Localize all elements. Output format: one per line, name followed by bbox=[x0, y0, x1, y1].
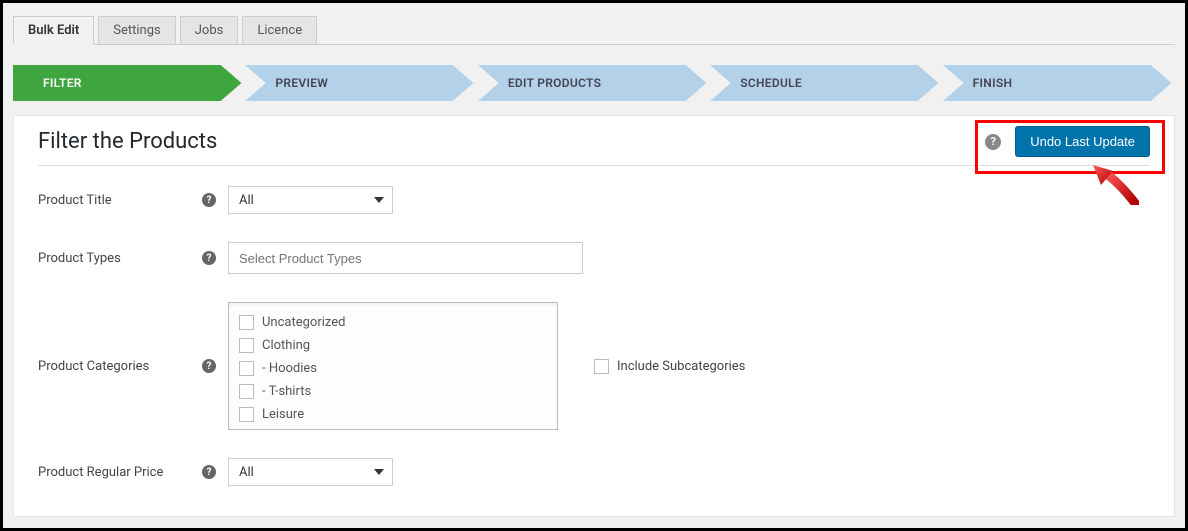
checkbox-icon[interactable] bbox=[239, 384, 254, 399]
tab-jobs[interactable]: Jobs bbox=[180, 16, 239, 45]
filter-panel: Filter the Products ? Undo Last Update P… bbox=[13, 115, 1175, 517]
wizard-steps: FILTER PREVIEW EDIT PRODUCTS SCHEDULE FI… bbox=[13, 65, 1175, 101]
tabs-row: Bulk Edit Settings Jobs Licence bbox=[13, 3, 1175, 45]
tab-bulk-edit[interactable]: Bulk Edit bbox=[13, 16, 94, 45]
product-categories-label: Product Categories bbox=[38, 359, 192, 374]
undo-last-update-button[interactable]: Undo Last Update bbox=[1015, 126, 1150, 157]
product-types-label: Product Types bbox=[38, 251, 192, 266]
help-icon[interactable]: ? bbox=[985, 134, 1001, 150]
list-item[interactable]: Uncategorized bbox=[239, 311, 547, 334]
include-subcategories-checkbox[interactable]: Include Subcategories bbox=[594, 359, 745, 374]
step-filter[interactable]: FILTER bbox=[13, 65, 241, 101]
checkbox-icon[interactable] bbox=[239, 315, 254, 330]
tab-settings[interactable]: Settings bbox=[98, 16, 175, 45]
checkbox-icon[interactable] bbox=[239, 361, 254, 376]
product-categories-listbox[interactable]: Uncategorized Clothing - Hoodies - T-shi… bbox=[228, 302, 558, 430]
step-schedule[interactable]: SCHEDULE bbox=[710, 65, 938, 101]
checkbox-icon[interactable] bbox=[594, 359, 609, 374]
checkbox-icon[interactable] bbox=[239, 338, 254, 353]
product-title-label: Product Title bbox=[38, 193, 192, 208]
product-types-input[interactable] bbox=[228, 242, 583, 274]
step-edit-products[interactable]: EDIT PRODUCTS bbox=[478, 65, 706, 101]
product-title-select[interactable]: All bbox=[228, 186, 393, 214]
panel-title: Filter the Products bbox=[38, 129, 217, 154]
step-preview[interactable]: PREVIEW bbox=[245, 65, 473, 101]
help-icon[interactable]: ? bbox=[202, 359, 216, 373]
tab-licence[interactable]: Licence bbox=[242, 16, 317, 45]
help-icon[interactable]: ? bbox=[202, 465, 216, 479]
step-finish[interactable]: FINISH bbox=[943, 65, 1171, 101]
list-item[interactable]: Leisure bbox=[239, 403, 547, 426]
checkbox-icon[interactable] bbox=[239, 407, 254, 422]
list-item[interactable]: - Hoodies bbox=[239, 357, 547, 380]
help-icon[interactable]: ? bbox=[202, 251, 216, 265]
product-regular-price-select[interactable]: All bbox=[228, 458, 393, 486]
help-icon[interactable]: ? bbox=[202, 193, 216, 207]
list-item[interactable]: Clothing bbox=[239, 334, 547, 357]
product-regular-price-label: Product Regular Price bbox=[38, 465, 192, 480]
list-item[interactable]: - T-shirts bbox=[239, 380, 547, 403]
